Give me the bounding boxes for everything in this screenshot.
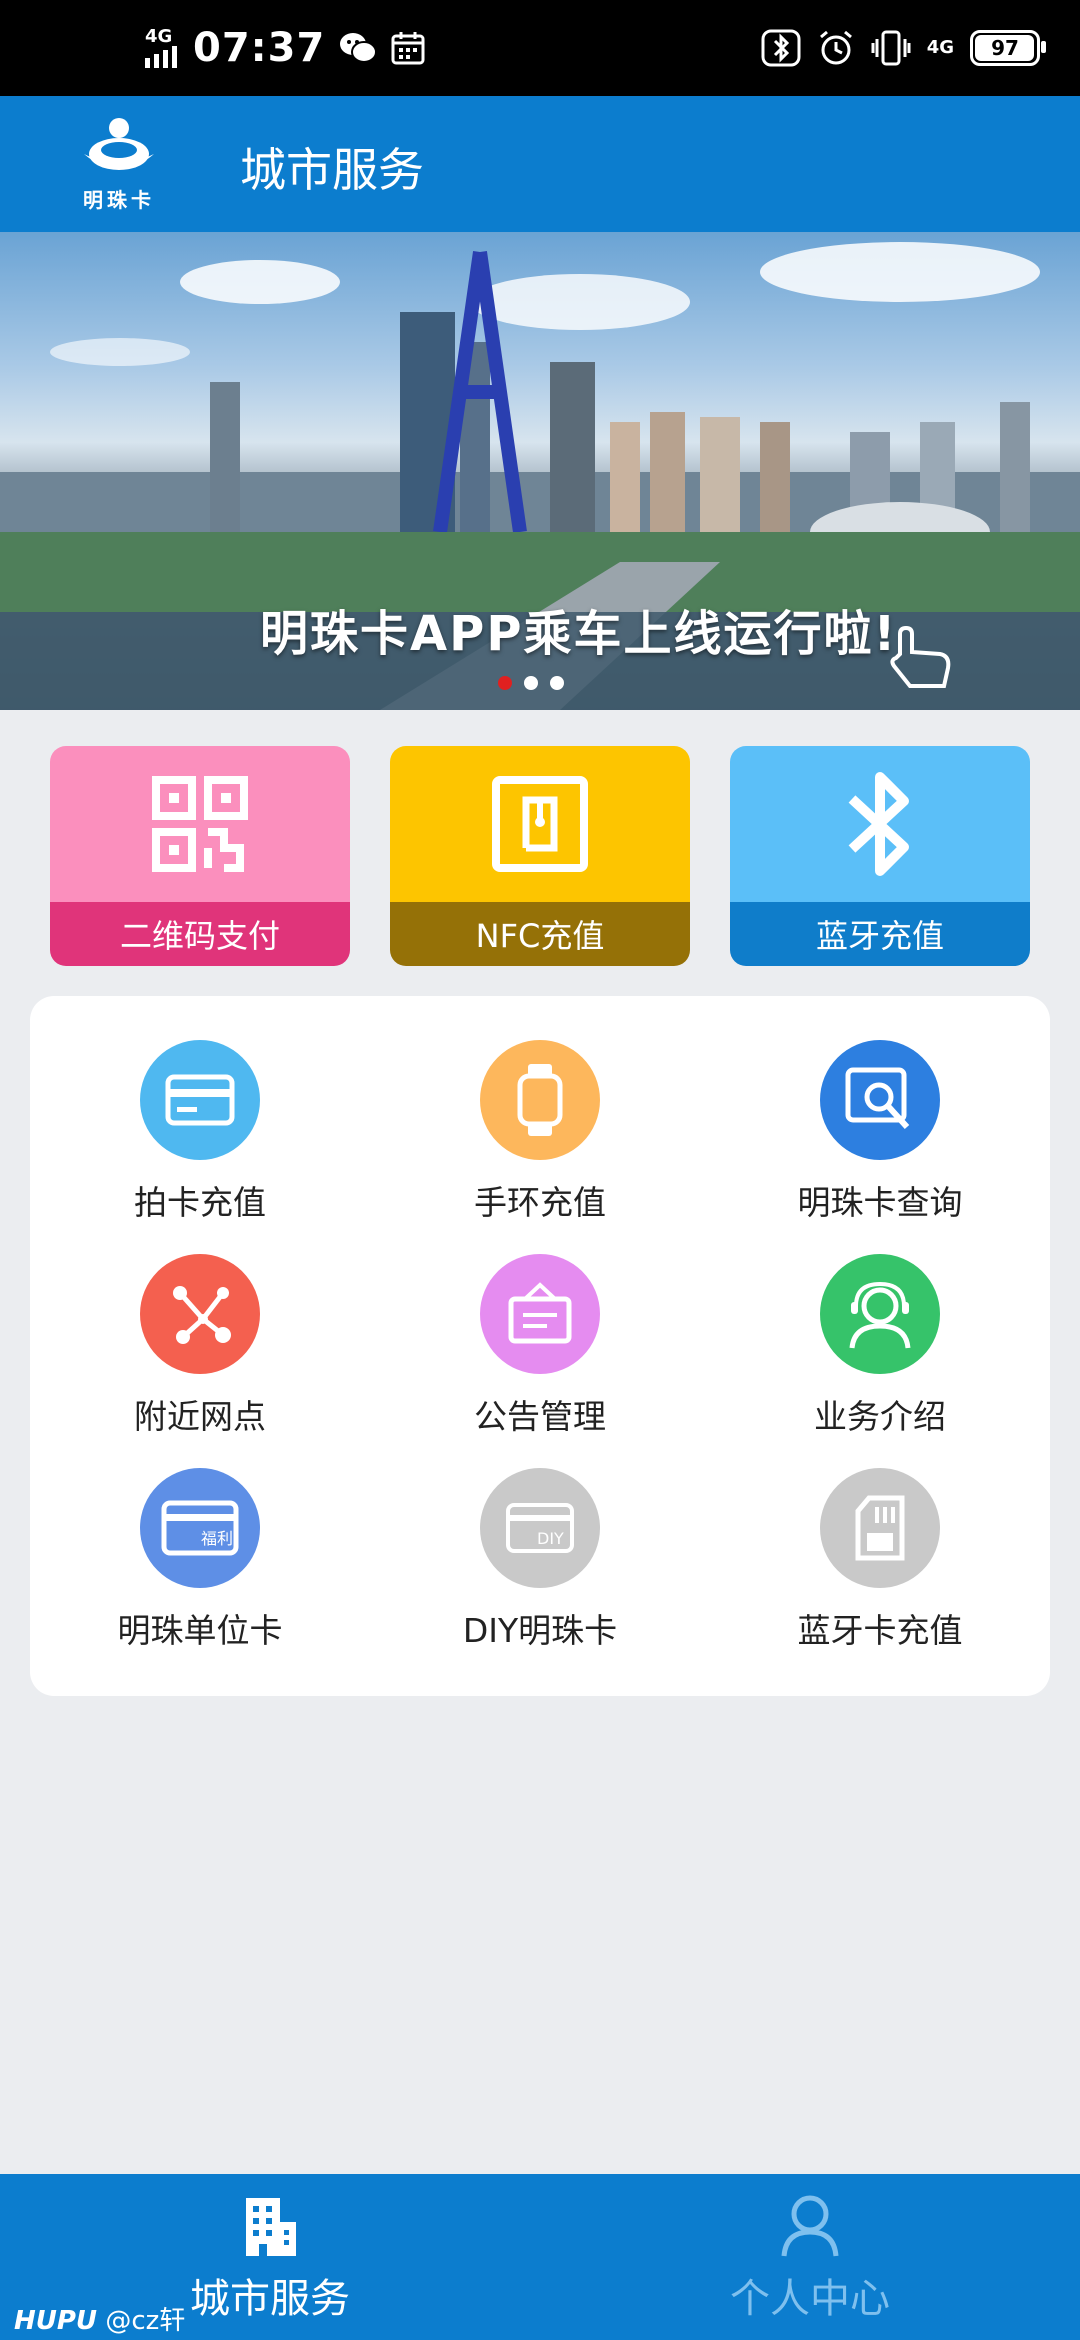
card-text: DIY <box>537 1529 564 1548</box>
sim-card-icon <box>820 1468 940 1588</box>
vibrate-icon <box>871 30 911 66</box>
banner-caption: 明珠卡APP乘车上线运行啦! <box>260 606 898 662</box>
clock: 07:37 <box>193 25 326 71</box>
page-title: 城市服务 <box>240 143 424 197</box>
carousel-indicator[interactable] <box>498 676 564 690</box>
pearl-logo-icon <box>84 118 154 170</box>
bluetooth-status-icon <box>761 29 801 67</box>
customer-service-icon <box>820 1254 940 1374</box>
service-label: DIY明珠卡 <box>462 1611 618 1650</box>
bluetooth-icon <box>848 772 909 876</box>
battery-level: 97 <box>991 36 1019 60</box>
watermark-brand: HUPU <box>14 2306 98 2336</box>
card-text: 福利 <box>201 1529 233 1548</box>
qr-code-icon <box>152 776 248 872</box>
calendar-icon <box>391 32 425 65</box>
service-label: 明珠单位卡 <box>117 1611 283 1650</box>
watermark: HUPU @cz轩 <box>14 2300 185 2337</box>
network-type: 4G <box>145 26 173 47</box>
app-logo: 明珠卡 <box>64 114 174 214</box>
banner-carousel[interactable]: 明珠卡APP乘车上线运行啦! <box>0 232 1080 710</box>
tab-label: 个人中心 <box>730 2276 890 2322</box>
search-card-icon <box>820 1040 940 1160</box>
watch-icon <box>480 1040 600 1160</box>
notice-board-icon <box>480 1254 600 1374</box>
carousel-dot[interactable] <box>524 676 538 690</box>
tab-personal-center[interactable]: 个人中心 <box>540 2174 1080 2340</box>
logo-text: 明珠卡 <box>83 188 155 212</box>
carousel-dot[interactable] <box>498 676 512 690</box>
tile-label: 二维码支付 <box>50 902 350 966</box>
bluetooth-recharge-tile[interactable]: 蓝牙充值 <box>730 746 1030 966</box>
person-icon <box>781 2195 839 2257</box>
qr-pay-tile[interactable]: 二维码支付 <box>50 746 350 966</box>
wechat-icon <box>340 33 378 63</box>
nfc-icon <box>492 776 588 872</box>
services-panel: 拍卡充值 手环充值 明珠卡查询 附近网点 公告管理 业务介绍 福利 明珠单位卡 … <box>30 996 1050 1696</box>
nfc-recharge-tile[interactable]: NFC充值 <box>390 746 690 966</box>
building-icon <box>246 2198 296 2256</box>
app-header: 明珠卡 城市服务 <box>0 96 1080 232</box>
carousel-dot[interactable] <box>550 676 564 690</box>
service-tap-card-recharge[interactable]: 拍卡充值 <box>30 996 370 1222</box>
service-label: 蓝牙卡充值 <box>797 1611 963 1650</box>
service-wristband-recharge[interactable]: 手环充值 <box>370 996 710 1222</box>
tap-hand-icon <box>890 625 951 688</box>
share-nodes-icon <box>140 1254 260 1374</box>
service-announcement-management[interactable]: 公告管理 <box>370 1210 710 1436</box>
network-type-right: 4G <box>926 37 954 58</box>
watermark-user: @cz轩 <box>105 2306 186 2336</box>
service-business-intro[interactable]: 业务介绍 <box>710 1210 1050 1436</box>
service-unit-card[interactable]: 福利 明珠单位卡 <box>30 1424 370 1650</box>
alarm-icon <box>819 30 852 65</box>
battery-icon: 97 <box>970 30 1046 66</box>
welfare-card-icon: 福利 <box>140 1468 260 1588</box>
card-icon <box>140 1040 260 1160</box>
service-diy-card[interactable]: DIY DIY明珠卡 <box>370 1424 710 1650</box>
service-card-query[interactable]: 明珠卡查询 <box>710 996 1050 1222</box>
service-nearby-outlets[interactable]: 附近网点 <box>30 1210 370 1436</box>
status-bar: 4G 07:37 4G 97 <box>0 0 1080 96</box>
tile-label: 蓝牙充值 <box>730 902 1030 966</box>
diy-card-icon: DIY <box>480 1468 600 1588</box>
signal-icon: 4G <box>145 28 179 68</box>
tile-label: NFC充值 <box>390 902 690 966</box>
service-bluetooth-card-recharge[interactable]: 蓝牙卡充值 <box>710 1424 1050 1650</box>
